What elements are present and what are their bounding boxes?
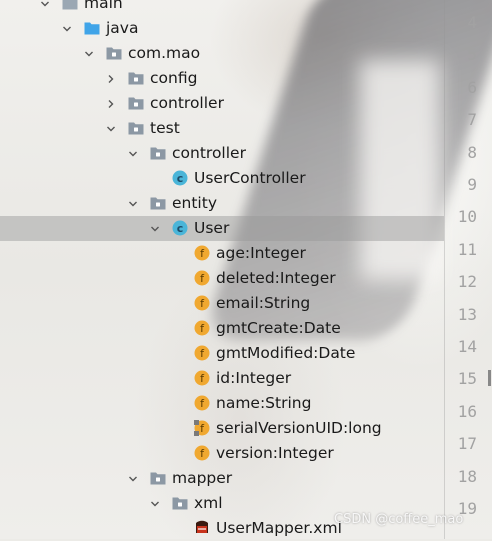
field-icon: f	[194, 370, 210, 386]
package-icon	[172, 495, 188, 511]
tree-item[interactable]: controller	[0, 141, 444, 166]
chevron-down-icon[interactable]	[62, 24, 72, 34]
package-icon	[150, 195, 166, 211]
line-number: 18	[457, 466, 477, 486]
package-icon	[150, 145, 166, 161]
text-caret	[488, 370, 491, 386]
line-number: 12	[457, 272, 477, 292]
tree-item[interactable]: f name:String	[0, 391, 444, 416]
tree-item-label: mapper	[172, 469, 233, 487]
tree-item[interactable]: f version:Integer	[0, 441, 444, 466]
tree-item-label: UserMapper.xml	[216, 519, 342, 537]
tree-item[interactable]: f gmtCreate:Date	[0, 316, 444, 341]
svg-text:c: c	[177, 222, 184, 235]
tree-item[interactable]: f email:String	[0, 291, 444, 316]
chevron-right-icon[interactable]	[106, 99, 116, 109]
field-icon: f	[194, 445, 210, 461]
field-icon: f	[194, 270, 210, 286]
tree-item[interactable]: main	[0, 0, 444, 16]
tree-item[interactable]: controller	[0, 91, 444, 116]
chevron-down-icon[interactable]	[106, 124, 116, 134]
chevron-down-icon[interactable]	[128, 474, 138, 484]
package-icon	[106, 45, 122, 61]
tree-item[interactable]: config	[0, 66, 444, 91]
tree-item-label: age:Integer	[216, 244, 306, 262]
field-icon: f	[194, 295, 210, 311]
field-icon: f	[194, 395, 210, 411]
chevron-down-icon[interactable]	[128, 149, 138, 159]
package-icon	[128, 95, 144, 111]
field-icon: f	[194, 245, 210, 261]
tree-item-label: com.mao	[128, 44, 201, 62]
line-number: 15	[457, 369, 477, 389]
tree-item-label: gmtCreate:Date	[216, 319, 341, 337]
tree-item[interactable]: f deleted:Integer	[0, 266, 444, 291]
line-number: 10	[457, 207, 477, 227]
tree-item-label: test	[150, 119, 180, 137]
folder-icon	[84, 20, 100, 36]
folder-icon	[62, 0, 78, 11]
line-number: 16	[457, 401, 477, 421]
tree-item-label: serialVersionUID:long	[216, 419, 382, 437]
tree-item-label: id:Integer	[216, 369, 292, 387]
line-number: 9	[467, 175, 477, 194]
tree-item-label: UserController	[194, 169, 306, 187]
tree-item-label: gmtModified:Date	[216, 344, 356, 362]
watermark: CSDN @coffee_mao	[334, 512, 464, 527]
tree-item-label: controller	[150, 94, 224, 112]
tree-item-label: controller	[172, 144, 246, 162]
tree-item-label: name:String	[216, 394, 312, 412]
tree-item-label: entity	[172, 194, 217, 212]
xml-file-icon	[194, 520, 210, 536]
line-number: 11	[457, 239, 477, 259]
chevron-down-icon[interactable]	[150, 224, 160, 234]
tree-item-label: version:Integer	[216, 444, 334, 462]
tree-item-label: java	[106, 19, 139, 37]
chevron-down-icon[interactable]	[84, 49, 94, 59]
tree-item-label: User	[194, 219, 230, 237]
tree-item-label: email:String	[216, 294, 311, 312]
class-icon: c	[172, 220, 188, 236]
tree-item[interactable]: f gmtModified:Date	[0, 341, 444, 366]
tree-item-label: main	[84, 0, 123, 12]
line-number: 8	[467, 142, 477, 162]
static-field-icon: f	[194, 420, 210, 436]
tree-item[interactable]: mapper	[0, 466, 444, 491]
field-icon: f	[194, 345, 210, 361]
package-icon	[128, 120, 144, 136]
tree-item[interactable]: c UserController	[0, 166, 444, 191]
package-icon	[128, 70, 144, 86]
tree-item[interactable]: entity	[0, 191, 444, 216]
class-icon: c	[172, 170, 188, 186]
tree-item[interactable]: f id:Integer	[0, 366, 444, 391]
tree-item[interactable]: com.mao	[0, 41, 444, 66]
line-number: 5	[467, 45, 477, 65]
chevron-down-icon[interactable]	[40, 0, 50, 9]
package-icon	[150, 470, 166, 486]
svg-text:c: c	[177, 172, 184, 185]
line-number: 17	[457, 434, 477, 454]
tree-item[interactable]: c User	[0, 216, 444, 241]
editor-line-gutter: 4 5 6 7 8 9 10 11 12 13 14 15 16 17 18 19	[444, 0, 492, 539]
chevron-right-icon[interactable]	[106, 74, 116, 84]
line-number: 7	[467, 110, 477, 130]
tree-item[interactable]: java	[0, 16, 444, 41]
tree-item[interactable]: f serialVersionUID:long	[0, 416, 444, 441]
tree-item[interactable]: f age:Integer	[0, 241, 444, 266]
tree-item-label: deleted:Integer	[216, 269, 336, 287]
tree-item[interactable]: test	[0, 116, 444, 141]
line-number: 14	[457, 337, 477, 356]
tree-item-label: xml	[194, 494, 223, 512]
chevron-down-icon[interactable]	[150, 499, 160, 509]
line-number: 13	[457, 304, 477, 324]
line-number: 4	[467, 13, 477, 32]
chevron-down-icon[interactable]	[128, 199, 138, 209]
line-number: 6	[467, 77, 477, 97]
tree-item-label: config	[150, 69, 198, 87]
field-icon: f	[194, 320, 210, 336]
project-tree: main java com.mao config controller test contr…	[0, 0, 444, 539]
